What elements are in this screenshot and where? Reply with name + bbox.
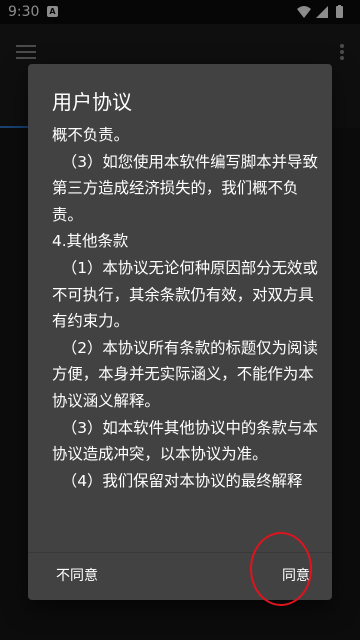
agreement-paragraph: （3）如本软件其他协议中的条款与本协议造成冲突，以本协议为准。: [52, 418, 318, 464]
agreement-paragraph: （4）我们保留对本协议的最终解释: [52, 471, 303, 490]
agreement-text-scroll[interactable]: 概不负责。 （3）如您使用本软件编写脚本并导致第三方造成经济损失的，我们概不负责…: [52, 122, 320, 552]
agree-button[interactable]: 同意: [278, 553, 314, 600]
dialog-title: 用户协议: [52, 90, 132, 114]
agreement-section-heading: 4.其他条款: [52, 232, 129, 251]
disagree-button[interactable]: 不同意: [52, 553, 102, 600]
agreement-paragraph: （2）本协议所有条款的标题仅为阅读方便，本身并无实际涵义，不能作为本协议涵义解释…: [52, 338, 318, 410]
agreement-paragraph: （3）如您使用本软件编写脚本并导致第三方造成经济损失的，我们概不负责。: [52, 152, 318, 224]
agreement-paragraph: 概不负责。: [52, 126, 129, 144]
agreement-paragraph: （1）本协议无论何种原因部分无效或不可执行，其余条款仍有效，对双方具有约束力。: [52, 258, 318, 331]
user-agreement-dialog: 用户协议 概不负责。 （3）如您使用本软件编写脚本并导致第三方造成经济损失的，我…: [28, 64, 332, 600]
dialog-actions: 不同意 同意: [28, 553, 332, 600]
